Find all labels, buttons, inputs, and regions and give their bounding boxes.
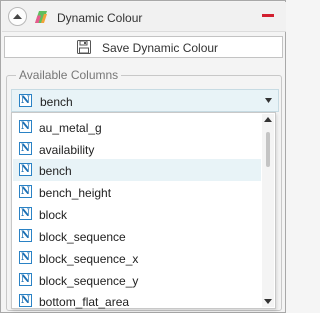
panel-header: Dynamic Colour: [2, 2, 286, 32]
list-item-label: block: [39, 208, 68, 222]
scroll-down-arrow-icon[interactable]: [264, 299, 272, 304]
save-dynamic-colour-button[interactable]: Save Dynamic Colour: [4, 36, 283, 58]
scrollbar-thumb[interactable]: [266, 132, 270, 167]
dropdown-scrollbar[interactable]: [262, 114, 274, 307]
columns-dropdown-list: N au_metal_g N availability N bench N be…: [11, 112, 276, 309]
numeric-column-icon: N: [19, 273, 32, 286]
list-item-label: block_sequence_y: [39, 274, 139, 288]
panel-title: Dynamic Colour: [57, 11, 143, 25]
numeric-column-icon: N: [19, 294, 32, 307]
scroll-up-arrow-icon[interactable]: [264, 117, 272, 122]
list-item[interactable]: N block: [13, 203, 261, 225]
list-item-label: block_sequence_x: [39, 252, 139, 266]
save-button-label: Save Dynamic Colour: [102, 41, 219, 55]
numeric-column-icon: N: [19, 251, 32, 264]
colour-ramp-icon: [35, 11, 47, 23]
numeric-column-icon: N: [19, 94, 32, 107]
selected-column-value: bench: [40, 95, 73, 109]
collapse-button[interactable]: [8, 7, 27, 26]
remove-icon[interactable]: [262, 10, 274, 22]
list-item-label: bottom_flat_area: [39, 295, 130, 309]
numeric-column-icon: N: [19, 163, 32, 176]
numeric-column-icon: N: [19, 120, 32, 133]
chevron-down-icon: [265, 98, 272, 103]
dynamic-colour-panel: Dynamic Colour Save Dynamic Colour Avail…: [0, 0, 286, 313]
floppy-disk-icon: [77, 40, 91, 54]
list-item-label: au_metal_g: [39, 121, 102, 135]
available-columns-select[interactable]: N bench: [11, 89, 279, 112]
numeric-column-icon: N: [19, 229, 32, 242]
list-item[interactable]: N block_sequence_y: [13, 269, 261, 291]
list-item-label: bench_height: [39, 186, 112, 200]
list-item[interactable]: N block_sequence_x: [13, 247, 261, 269]
list-item[interactable]: N bottom_flat_area: [13, 290, 261, 312]
numeric-column-icon: N: [19, 185, 32, 198]
numeric-column-icon: N: [19, 207, 32, 220]
chevron-up-icon: [13, 14, 22, 19]
list-item[interactable]: N block_sequence: [13, 225, 261, 247]
list-item[interactable]: N availability: [13, 138, 261, 160]
list-item-label: availability: [39, 143, 95, 157]
numeric-column-icon: N: [19, 142, 32, 155]
list-item-label: block_sequence: [39, 230, 126, 244]
list-item[interactable]: N bench_height: [13, 181, 261, 203]
available-columns-label: Available Columns: [16, 68, 122, 82]
list-item[interactable]: N au_metal_g: [13, 116, 261, 138]
list-item-label: bench: [39, 164, 72, 178]
list-item-selected[interactable]: N bench: [13, 159, 261, 181]
